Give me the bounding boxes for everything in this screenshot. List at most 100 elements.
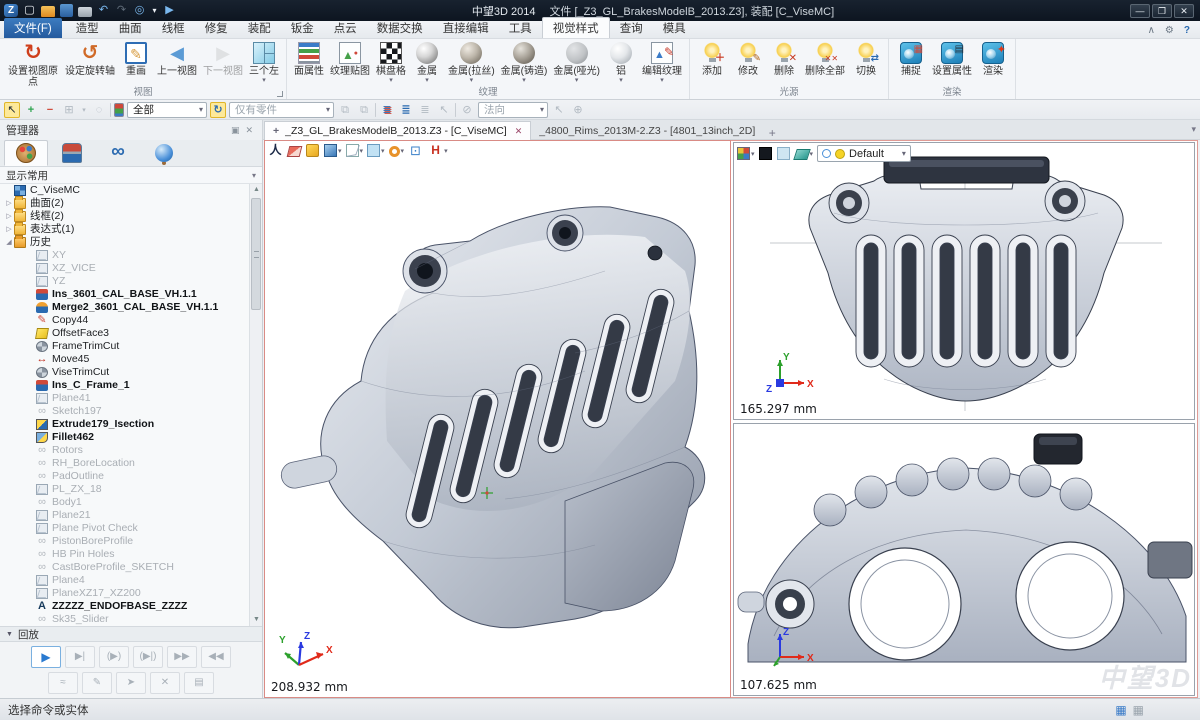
tree-item[interactable]: OffsetFace3 [0, 327, 249, 340]
tree-item[interactable]: ▷ 表达式(1) [0, 223, 249, 236]
normal-filter-select[interactable]: 法向 [478, 102, 548, 118]
curve-tool-button[interactable]: ≈ [48, 672, 78, 694]
ribbon-button[interactable]: 添加 [694, 41, 730, 85]
eraser-icon[interactable] [288, 144, 302, 157]
tree-filter-select[interactable]: 显示常用 [0, 167, 262, 184]
shaded-face-icon[interactable]: ▾ [795, 147, 814, 160]
tab-history-manager[interactable] [4, 140, 48, 166]
view-target-icon[interactable]: ◎ [133, 4, 146, 17]
scroll-down-icon[interactable]: ▼ [250, 614, 263, 626]
pick-point-icon[interactable]: ⊕ [570, 102, 586, 118]
tree-item[interactable]: CastBoreProfile_SKETCH [0, 561, 249, 574]
ribbon-button[interactable]: 铝▾ [603, 41, 639, 85]
collapse-ribbon-icon[interactable]: ∧ [1148, 25, 1155, 36]
tab-visibility-manager[interactable] [96, 140, 140, 166]
ribbon-button[interactable]: 下一视图 [200, 41, 246, 85]
expander-icon[interactable]: ◢ [4, 236, 14, 249]
tree-item[interactable]: C_ViseMC [0, 184, 249, 197]
tree-item[interactable]: ▷ 线框(2) [0, 210, 249, 223]
save-icon[interactable] [60, 4, 73, 17]
tree-item[interactable]: Fillet462 [0, 431, 249, 444]
menu-tab[interactable]: 曲面 [109, 18, 152, 38]
table-view-icon[interactable]: ▦ [1115, 703, 1126, 717]
select-arrow-icon[interactable]: ↖ [4, 102, 20, 118]
model-canvas-iso[interactable] [265, 141, 730, 697]
tree-item[interactable]: Ins_3601_CAL_BASE_VH.1.1 [0, 288, 249, 301]
menu-tab[interactable]: 模具 [653, 18, 696, 38]
highlight-mode-icon[interactable]: ▾ [389, 145, 405, 157]
light-scheme-select[interactable]: Default [817, 145, 911, 162]
doc-tab-inactive[interactable]: _4800_Rims_2013M-2.Z3 - [4801_13inch_2D] [531, 121, 763, 140]
tree-item[interactable]: PL_ZX_18 [0, 483, 249, 496]
viewport-front[interactable]: ▾ ▾ Default [733, 142, 1195, 420]
panel-close-icon[interactable]: ✕ [242, 125, 256, 136]
ribbon-button[interactable]: 三个左▾ [246, 41, 282, 85]
viewport-main[interactable]: 人▾▾▾▾⊡H▾ [264, 140, 731, 698]
filter-list-colored-icon[interactable]: ≣ [398, 102, 414, 118]
background-blue-icon[interactable] [777, 147, 791, 160]
tree-item[interactable]: Sk35_Slider [0, 613, 249, 626]
tree-item[interactable]: Plane21 [0, 509, 249, 522]
menu-tab[interactable]: 数据交换 [367, 18, 433, 38]
menu-tab[interactable]: 修复 [195, 18, 238, 38]
tree-item[interactable]: ZZZZZ_ENDOFBASE_ZZZZ [0, 600, 249, 613]
background-black-icon[interactable] [759, 147, 773, 160]
tree-item[interactable]: Plane41 [0, 392, 249, 405]
color-filter-icon[interactable] [114, 103, 124, 117]
redo-icon[interactable]: ↷ [115, 4, 128, 17]
new-tab-button[interactable]: + [763, 126, 781, 140]
tree-item[interactable]: YZ [0, 275, 249, 288]
tree-item[interactable]: PistonBoreProfile [0, 535, 249, 548]
ribbon-button[interactable]: 设置属性 [929, 41, 975, 85]
app-logo[interactable]: Z [4, 4, 18, 17]
scope-filter-select[interactable]: 全部 [127, 102, 207, 118]
link-icon[interactable]: ⧉ [337, 102, 353, 118]
rewind-button[interactable]: ◀◀ [201, 646, 231, 668]
menu-tab[interactable]: 查询 [610, 18, 653, 38]
grid-view-icon[interactable]: ▦ [1133, 703, 1144, 717]
tree-item[interactable]: ▷ 曲面(2) [0, 197, 249, 210]
fast-forward-button[interactable]: ▶▶ [167, 646, 197, 668]
tree-item[interactable]: XZ_VICE [0, 262, 249, 275]
tree-item[interactable]: FrameTrimCut [0, 340, 249, 353]
separator[interactable] [375, 103, 376, 117]
menu-tab[interactable]: 造型 [66, 18, 109, 38]
clipboard-icon[interactable] [306, 144, 320, 157]
options-gear-icon[interactable]: ⚙ [1165, 25, 1174, 36]
tree-item[interactable]: Ins_C_Frame_1 [0, 379, 249, 392]
tree-item[interactable]: PlaneXZ17_XZ200 [0, 587, 249, 600]
ribbon-button[interactable]: 金属▾ [409, 41, 445, 85]
scroll-thumb[interactable] [251, 198, 261, 310]
ribbon-button[interactable]: 修改 [730, 41, 766, 85]
ribbon-button[interactable]: 金属(拉丝)▾ [445, 41, 498, 85]
tree-item[interactable]: ViseTrimCut [0, 366, 249, 379]
play-macro-icon[interactable]: ▶ [163, 4, 176, 17]
expander-icon[interactable]: ▷ [4, 223, 14, 236]
ribbon-button[interactable]: 上一视图 [154, 41, 200, 85]
tab-close-icon[interactable]: ✕ [515, 126, 523, 137]
separator[interactable] [110, 103, 111, 117]
tree-item[interactable]: Rotors [0, 444, 249, 457]
tree-item[interactable]: Plane4 [0, 574, 249, 587]
tree-scrollbar[interactable]: ▲ ▼ [249, 184, 262, 626]
ribbon-button[interactable]: 纹理贴图 [327, 41, 373, 85]
state-tool-button[interactable]: ▤ [184, 672, 214, 694]
close-button[interactable]: ✕ [1174, 4, 1194, 18]
ribbon-button[interactable]: 编辑纹理▾ [639, 41, 685, 85]
menu-tab[interactable]: 点云 [324, 18, 367, 38]
menu-tab[interactable]: 装配 [238, 18, 281, 38]
tree-item[interactable]: Extrude179_Isection [0, 418, 249, 431]
print-icon[interactable] [78, 7, 92, 17]
menu-tab[interactable]: 线框 [152, 18, 195, 38]
ribbon-button[interactable]: 切换 [848, 41, 884, 85]
tree-item[interactable]: HB Pin Holes [0, 548, 249, 561]
help-icon[interactable]: ? [1184, 25, 1190, 36]
wireframe-display-icon[interactable]: ▾ [346, 144, 364, 157]
tree-item[interactable]: XY [0, 249, 249, 262]
tab-assembly-manager[interactable] [50, 140, 94, 166]
ribbon-button[interactable]: 棋盘格▾ [373, 41, 409, 85]
constraint-display-icon[interactable]: H▾ [428, 143, 448, 158]
ribbon-button[interactable]: 捕捉 [893, 41, 929, 85]
tree-item[interactable]: Body1 [0, 496, 249, 509]
multi-view-icon[interactable]: ▾ [737, 147, 755, 160]
